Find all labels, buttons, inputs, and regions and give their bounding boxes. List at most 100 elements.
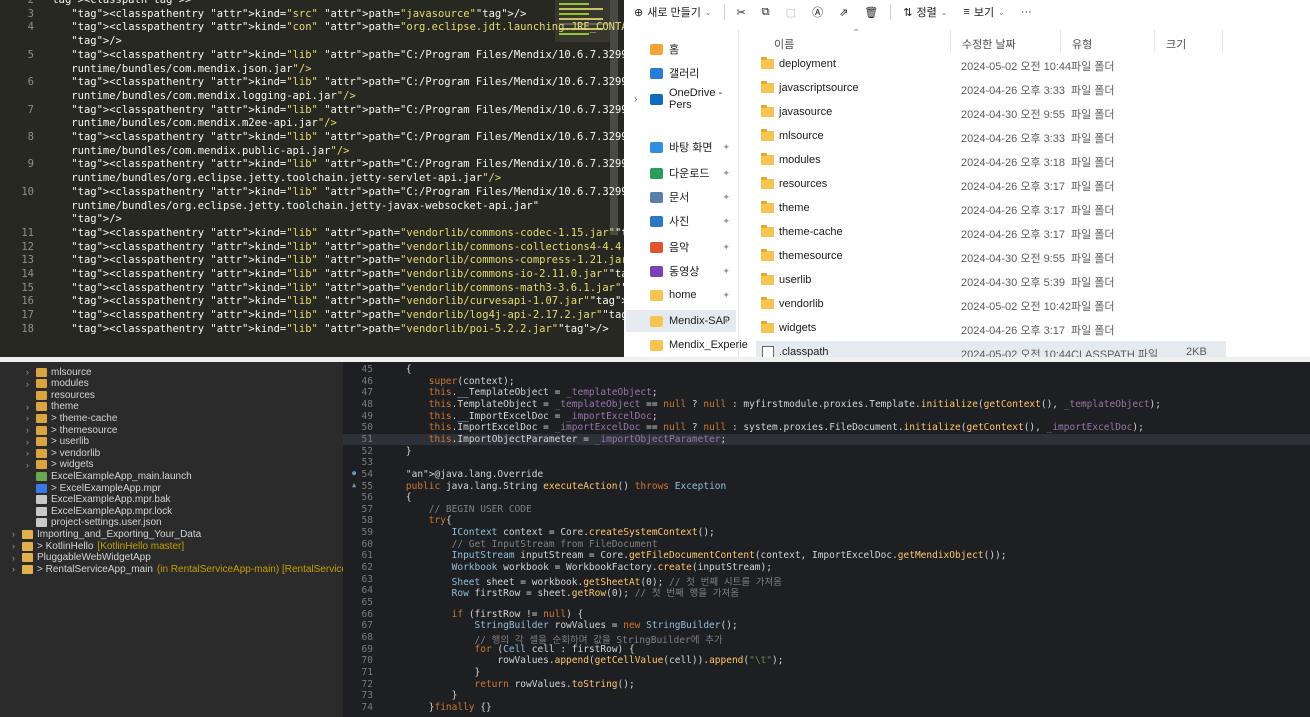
code-line[interactable]: 47 this.__TemplateObject = _templateObje… <box>343 387 1310 398</box>
code-line[interactable]: 73 } <box>343 690 1310 701</box>
code-line[interactable]: "tag"><classpathentry "attr">kind="lib" … <box>46 282 624 296</box>
code-line[interactable]: "tag"><classpathentry "attr">kind="lib" … <box>46 76 624 90</box>
code-line[interactable]: "tag"><classpathentry "attr">kind="lib" … <box>46 131 624 145</box>
code-line[interactable]: "tag"><classpathentry "attr">kind="lib" … <box>46 186 624 200</box>
code-line[interactable]: 66 if (firstRow != null) { <box>343 609 1310 620</box>
code-line[interactable]: "tag"><classpathentry "attr">kind="con" … <box>46 21 624 35</box>
code-line[interactable]: ● 54 "an">@java.lang.Override <box>343 469 1310 480</box>
code-line[interactable]: "tag"><classpathentry "attr">kind="lib" … <box>46 158 624 172</box>
more-button[interactable]: ··· <box>1013 0 1040 24</box>
code-line[interactable]: "tag"><classpathentry "attr">kind="lib" … <box>46 295 624 309</box>
nav-item[interactable]: 갤러리 <box>626 62 736 84</box>
file-row[interactable]: userlib 2024-04-30 오후 5:39 파일 폴더 <box>756 269 1226 293</box>
file-row[interactable]: theme 2024-04-26 오후 3:17 파일 폴더 <box>756 197 1226 221</box>
nav-item[interactable]: 사진 ✦ <box>626 210 736 232</box>
paste-button[interactable]: ▢ <box>778 0 804 24</box>
code-line[interactable]: "tag"><classpathentry "attr">kind="lib" … <box>46 268 624 282</box>
column-header-name[interactable]: 이름 <box>774 36 794 52</box>
column-divider[interactable] <box>1222 30 1223 52</box>
expand-chevron-icon[interactable]: › <box>26 448 36 458</box>
column-divider[interactable] <box>1060 30 1061 52</box>
code-line[interactable]: 63 Sheet sheet = workbook.getSheetAt(0);… <box>343 574 1310 588</box>
code-line[interactable]: 59 IContext context = Core.createSystemC… <box>343 527 1310 538</box>
code-line[interactable]: runtime/bundles/org.eclipse.jetty.toolch… <box>46 200 604 214</box>
code-line[interactable]: "tag"><classpathentry "attr">kind="lib" … <box>46 104 624 118</box>
code-line[interactable]: 52 } <box>343 446 1310 457</box>
code-line[interactable]: 64 Row firstRow = sheet.getRow(0); // 첫 … <box>343 585 1310 599</box>
code-line[interactable]: 45 { <box>343 364 1310 375</box>
code-line[interactable]: 56 { <box>343 492 1310 503</box>
rename-button[interactable]: Ⓐ <box>804 0 831 24</box>
expand-chevron-icon[interactable]: › <box>26 402 36 412</box>
nav-item[interactable]: home ✦ <box>626 284 736 306</box>
code-line[interactable]: 51 this.ImportObjectParameter = _importO… <box>343 433 1310 446</box>
code-line[interactable]: "tag"><classpathentry "attr">kind="lib" … <box>46 241 624 255</box>
file-row[interactable]: javascriptsource 2024-04-26 오후 3:33 파일 폴더 <box>756 77 1226 101</box>
column-divider[interactable] <box>1154 30 1155 52</box>
code-line[interactable]: runtime/bundles/com.mendix.logging-api.j… <box>46 90 604 104</box>
code-line[interactable]: 62 Workbook workbook = WorkbookFactory.c… <box>343 562 1310 573</box>
expand-chevron-icon[interactable]: › <box>12 553 22 563</box>
code-line[interactable]: runtime/bundles/com.mendix.public-api.ja… <box>46 145 604 159</box>
code-line[interactable]: 60 // Get InputStream from FileDocument <box>343 539 1310 550</box>
file-row[interactable]: mlsource 2024-04-26 오후 3:33 파일 폴더 <box>756 125 1226 149</box>
nav-item[interactable]: 바탕 화면 ✦ <box>626 136 736 158</box>
file-row[interactable]: themesource 2024-04-30 오전 9:55 파일 폴더 <box>756 245 1226 269</box>
new-button[interactable]: ⊕ 새로 만들기 ⌄ <box>626 0 720 24</box>
nav-item[interactable]: Mendix-SAP ✦ <box>626 310 736 332</box>
code-line[interactable]: 58 try{ <box>343 515 1310 526</box>
code-line[interactable]: "tag"><classpathentry "attr">kind="src" … <box>46 8 604 22</box>
copy-button[interactable]: ⧉ <box>754 0 778 24</box>
cut-button[interactable]: ✂ <box>729 0 754 24</box>
file-row[interactable]: modules 2024-04-26 오후 3:18 파일 폴더 <box>756 149 1226 173</box>
expand-chevron-icon[interactable]: › <box>12 529 22 539</box>
column-divider[interactable] <box>950 30 951 52</box>
code-line[interactable]: 48 this.TemplateObject = _templateObject… <box>343 399 1310 410</box>
code-line[interactable]: 74 }finally {} <box>343 702 1310 713</box>
file-row[interactable]: widgets 2024-04-26 오후 3:17 파일 폴더 <box>756 317 1226 341</box>
code-line[interactable]: runtime/bundles/com.mendix.json.jar"/> <box>46 63 604 77</box>
file-row[interactable]: javasource 2024-04-30 오전 9:55 파일 폴더 <box>756 101 1226 125</box>
expand-chevron-icon[interactable]: › <box>26 437 36 447</box>
code-line[interactable]: 49 this.__ImportExcelDoc = _importExcelD… <box>343 411 1310 422</box>
tree-item[interactable]: › > RentalServiceApp_main (in RentalServic… <box>0 562 343 576</box>
expand-chevron-icon[interactable]: › <box>26 460 36 470</box>
view-button[interactable]: ≡ 보기 ⌄ <box>955 0 1012 24</box>
nav-item[interactable]: 동영상 ✦ <box>626 260 736 282</box>
code-line[interactable]: 65 <box>343 597 1310 608</box>
expand-chevron-icon[interactable]: › <box>26 413 36 423</box>
code-line[interactable]: 68 // 행의 각 셀을 순회하며 값을 StringBuilder에 추가 <box>343 632 1310 646</box>
code-line[interactable]: 50 this.ImportExcelDoc = _importExcelDoc… <box>343 422 1310 433</box>
code-line[interactable]: "tag">/> <box>46 213 604 227</box>
code-line[interactable]: 69 for (Cell cell : firstRow) { <box>343 644 1310 655</box>
column-header-date[interactable]: 수정한 날짜 <box>962 36 1016 52</box>
nav-item[interactable]: › OneDrive - Pers <box>626 87 736 111</box>
expand-chevron-icon[interactable]: › <box>12 541 22 551</box>
code-line[interactable]: "tag"><classpathentry "attr">kind="lib" … <box>46 254 624 268</box>
column-header-type[interactable]: 유형 <box>1072 36 1092 52</box>
code-line[interactable]: runtime/bundles/com.mendix.m2ee-api.jar"… <box>46 117 604 131</box>
share-button[interactable]: ⇗ <box>831 0 856 24</box>
nav-item[interactable]: 홈 <box>626 38 736 60</box>
code-line[interactable]: ▲ 55 public java.lang.String executeActio… <box>343 481 1310 492</box>
nav-item[interactable]: Mendix_Experie <box>626 334 748 356</box>
sort-button[interactable]: ⇅ 정렬 ⌄ <box>895 0 955 24</box>
vertical-scrollbar[interactable] <box>610 0 618 235</box>
code-line[interactable]: 67 StringBuilder rowValues = new StringB… <box>343 620 1310 631</box>
code-line[interactable]: 57 // BEGIN USER CODE <box>343 504 1310 515</box>
code-line[interactable]: 53 <box>343 457 1310 468</box>
java-editor-pane[interactable]: 45 {46 super(context); 47 this.__Template… <box>343 362 1310 717</box>
code-line[interactable]: "tag"><classpathentry "attr">kind="lib" … <box>46 49 624 63</box>
nav-item[interactable]: 다운로드 ✦ <box>626 162 736 184</box>
code-line[interactable]: 61 InputStream inputStream = Core.getFil… <box>343 550 1310 561</box>
code-line[interactable]: "tag"><classpathentry "attr">kind="lib" … <box>46 227 624 241</box>
file-row[interactable]: theme-cache 2024-04-26 오후 3:17 파일 폴더 <box>756 221 1226 245</box>
code-line[interactable]: 71 } <box>343 667 1310 678</box>
expand-chevron-icon[interactable]: › <box>26 379 36 389</box>
expand-chevron-icon[interactable]: › <box>12 564 22 574</box>
code-line[interactable]: "tag"><classpath"tag">> <box>46 0 604 8</box>
file-row[interactable]: resources 2024-04-26 오후 3:17 파일 폴더 <box>756 173 1226 197</box>
code-line[interactable]: "tag">/> <box>46 35 604 49</box>
expand-chevron-icon[interactable]: › <box>26 367 36 377</box>
code-line[interactable]: 70 rowValues.append(getCellValue(cell)).… <box>343 655 1310 666</box>
